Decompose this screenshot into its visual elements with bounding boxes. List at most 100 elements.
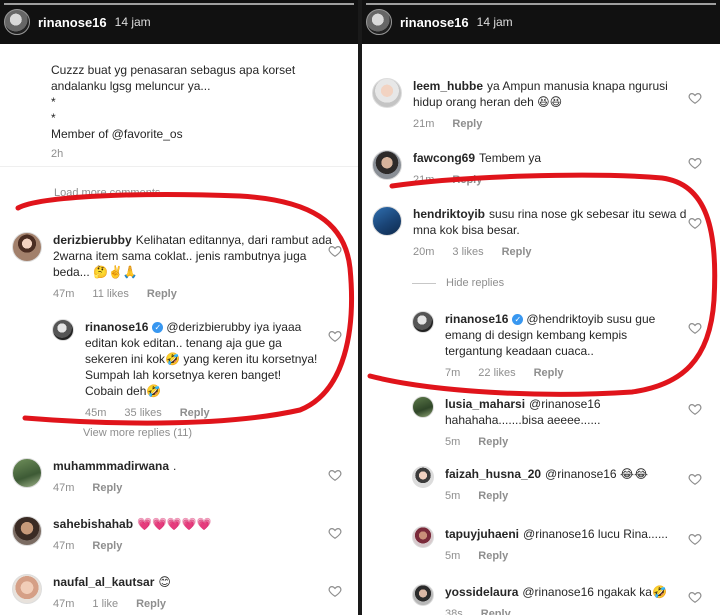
comment-likes[interactable]: 22 likes	[478, 365, 515, 381]
comment-username[interactable]: faizah_husna_20	[445, 467, 541, 481]
load-more-comments-link[interactable]: Load more comments	[54, 187, 160, 199]
caption-time: 2h	[51, 148, 64, 160]
comment-username[interactable]: derizbierubby	[53, 233, 132, 247]
comment-time: 38s	[445, 608, 463, 615]
comment-text: 💗💗💗💗💗	[137, 517, 212, 531]
reply-button[interactable]: Reply	[136, 596, 166, 612]
comment-username[interactable]: rinanose16	[85, 320, 148, 334]
story-username[interactable]: rinanose16	[38, 15, 107, 30]
caption-line: Cuzzz buat yg penasaran sebagus apa kors…	[51, 63, 296, 77]
story-progress-bar	[366, 3, 716, 5]
heart-outline-icon[interactable]	[328, 244, 342, 258]
avatar[interactable]	[412, 396, 434, 418]
reply-button[interactable]: Reply	[502, 244, 532, 260]
story-time: 14 jam	[476, 15, 513, 29]
comment-time: 47m	[53, 540, 75, 552]
comment: fawcong69 Tembem ya 21m Reply	[372, 150, 692, 188]
comment-likes[interactable]: 1 like	[92, 596, 118, 612]
comment-username[interactable]: rinanose16	[445, 312, 508, 326]
story-panel-right: rinanose16 14 jam leem_hubbe ya Ampun man…	[362, 0, 720, 615]
reply-comment: rinanose16 ✓ @hendriktoyib susu gue emang …	[412, 311, 682, 381]
heart-outline-icon[interactable]	[328, 584, 342, 598]
heart-outline-icon[interactable]	[328, 526, 342, 540]
reply-button[interactable]: Reply	[452, 172, 482, 188]
comment-likes[interactable]: 3 likes	[452, 244, 483, 260]
comment: sahebishahab 💗💗💗💗💗 47m Reply	[12, 516, 332, 554]
comment-text: .	[173, 459, 177, 473]
view-more-replies-link[interactable]: View more replies (11)	[83, 427, 192, 439]
story-panel-left: rinanose16 14 jam Cuzzz buat yg penasara…	[0, 0, 358, 615]
heart-outline-icon[interactable]	[688, 402, 702, 416]
reply-comment: yossidelaura @rinanose16 ngakak ka🤣 38s R…	[412, 584, 692, 615]
reply-button[interactable]: Reply	[534, 365, 564, 381]
comment-likes[interactable]: 35 likes	[124, 405, 161, 421]
reply-button[interactable]: Reply	[92, 480, 122, 496]
reply-comment: tapuyjuhaeni @rinanose16 lucu Rina...... …	[412, 526, 692, 564]
comment: muhammmadirwana. 47m Reply	[12, 458, 332, 496]
avatar[interactable]	[412, 584, 434, 606]
reply-button[interactable]: Reply	[147, 286, 177, 302]
heart-outline-icon[interactable]	[688, 91, 702, 105]
comment-time: 5m	[445, 490, 461, 502]
heart-outline-icon[interactable]	[688, 156, 702, 170]
comment-text: @rinanose16 ngakak ka🤣	[522, 585, 667, 599]
reply-button[interactable]: Reply	[478, 548, 508, 564]
avatar[interactable]	[412, 311, 434, 333]
comment-username[interactable]: leem_hubbe	[413, 79, 483, 93]
avatar[interactable]	[12, 232, 42, 262]
avatar[interactable]	[412, 466, 434, 488]
reply-button[interactable]: Reply	[452, 116, 482, 132]
reply-button[interactable]: Reply	[478, 434, 508, 450]
comment: derizbierubby Kelihatan editannya, dari r…	[12, 232, 332, 302]
avatar[interactable]	[12, 574, 42, 604]
comment-time: 20m	[413, 246, 435, 258]
comment-time: 5m	[445, 550, 461, 562]
story-username[interactable]: rinanose16	[400, 15, 469, 30]
avatar[interactable]	[12, 516, 42, 546]
heart-outline-icon[interactable]	[688, 532, 702, 546]
comment-username[interactable]: fawcong69	[413, 151, 475, 165]
story-avatar[interactable]	[4, 9, 30, 35]
comment-text: 😊	[158, 575, 171, 589]
comment-time: 47m	[53, 288, 75, 300]
comment-time: 21m	[413, 174, 435, 186]
comment-time: 21m	[413, 118, 435, 130]
comment-username[interactable]: hendriktoyib	[413, 207, 485, 221]
heart-outline-icon[interactable]	[328, 329, 342, 343]
comment: naufal_al_kautsar 😊 47m 1 like Reply	[12, 574, 332, 612]
heart-outline-icon[interactable]	[688, 216, 702, 230]
comment-username[interactable]: naufal_al_kautsar	[53, 575, 154, 589]
avatar[interactable]	[12, 458, 42, 488]
heart-outline-icon[interactable]	[688, 321, 702, 335]
comment-username[interactable]: yossidelaura	[445, 585, 518, 599]
story-avatar[interactable]	[366, 9, 392, 35]
divider	[0, 166, 358, 167]
comment-username[interactable]: tapuyjuhaeni	[445, 527, 519, 541]
heart-outline-icon[interactable]	[688, 472, 702, 486]
reply-button[interactable]: Reply	[481, 606, 511, 615]
comment-username[interactable]: lusia_maharsi	[445, 397, 525, 411]
avatar[interactable]	[372, 78, 402, 108]
comments-screen: leem_hubbe ya Ampun manusia knapa ngurusi…	[362, 44, 720, 615]
comment-text: @rinanose16 😂😂	[545, 467, 648, 481]
reply-button[interactable]: Reply	[180, 405, 210, 421]
heart-outline-icon[interactable]	[688, 590, 702, 604]
heart-outline-icon[interactable]	[328, 468, 342, 482]
verified-badge-icon: ✓	[152, 322, 164, 334]
reply-comment: faizah_husna_20 @rinanose16 😂😂 5m Reply	[412, 466, 692, 504]
reply-comment: lusia_maharsi @rinanose16 hahahaha.......…	[412, 396, 692, 450]
avatar[interactable]	[52, 319, 74, 341]
hide-replies-link[interactable]: Hide replies	[412, 277, 504, 289]
hide-replies-label: Hide replies	[446, 277, 505, 289]
comment-likes[interactable]: 11 likes	[92, 286, 128, 302]
reply-button[interactable]: Reply	[478, 488, 508, 504]
verified-badge-icon: ✓	[512, 314, 524, 326]
avatar[interactable]	[372, 150, 402, 180]
avatar[interactable]	[412, 526, 434, 548]
comment-username[interactable]: sahebishahab	[53, 517, 133, 531]
comment-time: 47m	[53, 598, 75, 610]
reply-button[interactable]: Reply	[92, 538, 122, 554]
comment-username[interactable]: muhammmadirwana	[53, 459, 169, 473]
comment-text: @rinanose16 lucu Rina......	[523, 527, 668, 541]
avatar[interactable]	[372, 206, 402, 236]
